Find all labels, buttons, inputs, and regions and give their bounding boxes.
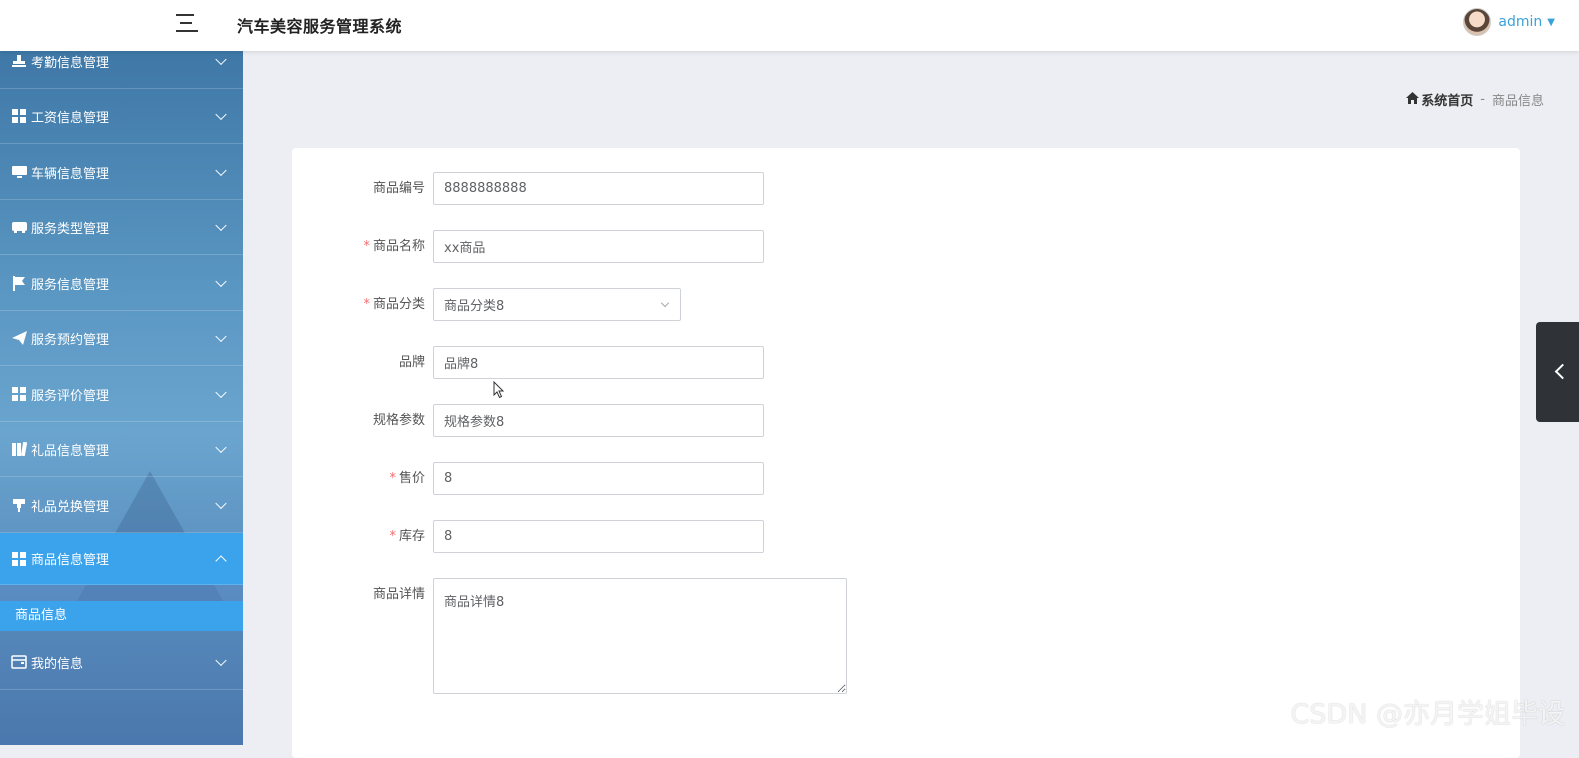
menu-toggle-icon[interactable]: [176, 13, 198, 33]
form-row-product-name: * 商品名称: [292, 230, 764, 263]
sidebar-item-label: 服务类型管理: [31, 221, 110, 237]
sidebar-item-gift-exchange[interactable]: 礼品兑换管理: [0, 478, 243, 533]
watermark: CSDN @亦月学姐毕设: [1290, 699, 1565, 730]
form-row-detail: 商品详情 商品详情8: [292, 578, 847, 694]
form-row-spec: 规格参数: [292, 404, 764, 437]
chevron-up-icon: [215, 554, 227, 567]
breadcrumb-current: 商品信息: [1491, 94, 1544, 109]
detail-label: 商品详情: [372, 587, 425, 602]
required-mark: *: [363, 239, 370, 254]
flag-icon: [11, 275, 27, 291]
required-mark: *: [389, 471, 396, 486]
stock-input[interactable]: [433, 520, 764, 553]
grid-icon: [11, 551, 27, 567]
product-name-label: * 商品名称: [363, 239, 425, 254]
sidebar-item-label: 考勤信息管理: [31, 55, 110, 71]
sidebar-item-attendance[interactable]: 考勤信息管理: [0, 51, 243, 89]
sidebar-item-label: 服务评价管理: [31, 388, 110, 404]
wallet-icon: [11, 654, 27, 670]
user-menu[interactable]: admin ▼: [1463, 8, 1555, 36]
price-label: * 售价: [389, 471, 425, 486]
top-header: 汽车美容服务管理系统 admin ▼: [0, 0, 1579, 51]
chevron-down-icon: [215, 219, 227, 232]
sidebar-item-label: 工资信息管理: [31, 110, 110, 126]
breadcrumb-separator: -: [1480, 92, 1485, 107]
sidebar-item-label: 服务预约管理: [31, 332, 110, 348]
sidebar-item-service-info[interactable]: 服务信息管理: [0, 256, 243, 311]
sidebar-item-gift-info[interactable]: 礼品信息管理: [0, 422, 243, 477]
avatar[interactable]: [1463, 8, 1492, 36]
submenu-spacer: [0, 585, 243, 601]
category-selected-value: 商品分类8: [444, 299, 505, 314]
chevron-down-icon: [215, 386, 227, 399]
mouse-pointer-icon: [493, 381, 505, 399]
form-row-stock: * 库存: [292, 520, 764, 553]
breadcrumb: 系统首页 - 商品信息: [1406, 90, 1544, 109]
sidebar-item-label: 车辆信息管理: [31, 166, 110, 182]
brand-input[interactable]: [433, 346, 764, 379]
submenu-item-product-info[interactable]: 商品信息: [0, 601, 243, 631]
category-label: * 商品分类: [363, 297, 425, 312]
product-no-input[interactable]: [433, 172, 764, 205]
send-icon: [11, 330, 27, 346]
sidebar-item-service-review[interactable]: 服务评价管理: [0, 367, 243, 422]
sidebar-item-label: 我的信息: [31, 656, 84, 672]
product-form-card: 商品编号 *商品名称 *商品分类 商品分类8 品牌 规格参数 *售价 *库存 商…: [292, 148, 1520, 758]
sidebar-item-salary[interactable]: 工资信息管理: [0, 89, 243, 144]
chevron-down-icon: [215, 53, 227, 66]
sidebar-item-label: 礼品兑换管理: [31, 499, 110, 515]
chevron-down-icon: [660, 298, 670, 308]
form-row-price: * 售价: [292, 462, 764, 495]
product-name-input[interactable]: [433, 230, 764, 263]
app-title: 汽车美容服务管理系统: [237, 17, 403, 36]
username[interactable]: admin: [1498, 14, 1542, 30]
breadcrumb-home-link[interactable]: 系统首页: [1421, 90, 1473, 109]
sidebar: 考勤信息管理 工资信息管理 车辆信息管理 服务类型管理 服务信息管理 服务预约管…: [0, 51, 243, 745]
required-mark: *: [363, 297, 370, 312]
sidebar-item-label: 礼品信息管理: [31, 443, 110, 459]
sidebar-item-label: 服务信息管理: [31, 277, 110, 293]
stamp-icon: [11, 497, 27, 513]
chevron-left-icon: [1554, 363, 1571, 380]
inbox-icon: [11, 219, 27, 235]
side-panel-toggle[interactable]: [1536, 322, 1579, 422]
sidebar-item-service-booking[interactable]: 服务预约管理: [0, 311, 243, 366]
grid-icon: [11, 386, 27, 402]
spec-input[interactable]: [433, 404, 764, 437]
home-icon: [1406, 92, 1420, 107]
monitor-icon: [11, 164, 27, 180]
price-input[interactable]: [433, 462, 764, 495]
chevron-down-icon: [215, 441, 227, 454]
book-icon: [11, 441, 27, 457]
grid-icon: [11, 108, 27, 124]
chevron-down-icon: [215, 330, 227, 343]
category-select[interactable]: 商品分类8: [433, 288, 681, 321]
form-row-brand: 品牌: [292, 346, 764, 379]
chevron-down-icon: [215, 164, 227, 177]
form-row-category: * 商品分类 商品分类8: [292, 288, 681, 321]
detail-textarea[interactable]: 商品详情8: [433, 578, 847, 694]
form-row-product-no: 商品编号: [292, 172, 764, 205]
chevron-down-icon: [215, 497, 227, 510]
chevron-down-icon: [215, 654, 227, 667]
sidebar-item-vehicle[interactable]: 车辆信息管理: [0, 145, 243, 200]
spec-label: 规格参数: [372, 413, 425, 428]
sidebar-item-label: 商品信息管理: [31, 553, 110, 568]
stamp-icon: [11, 53, 27, 69]
sidebar-item-my-info[interactable]: 我的信息: [0, 635, 243, 690]
sidebar-item-service-type[interactable]: 服务类型管理: [0, 200, 243, 255]
required-mark: *: [389, 529, 396, 544]
caret-down-icon[interactable]: ▼: [1547, 17, 1555, 28]
sidebar-item-product-info[interactable]: 商品信息管理: [0, 533, 243, 585]
stock-label: * 库存: [389, 529, 425, 544]
brand-label: 品牌: [398, 355, 425, 370]
chevron-down-icon: [215, 108, 227, 121]
chevron-down-icon: [215, 275, 227, 288]
product-no-label: 商品编号: [372, 181, 425, 196]
